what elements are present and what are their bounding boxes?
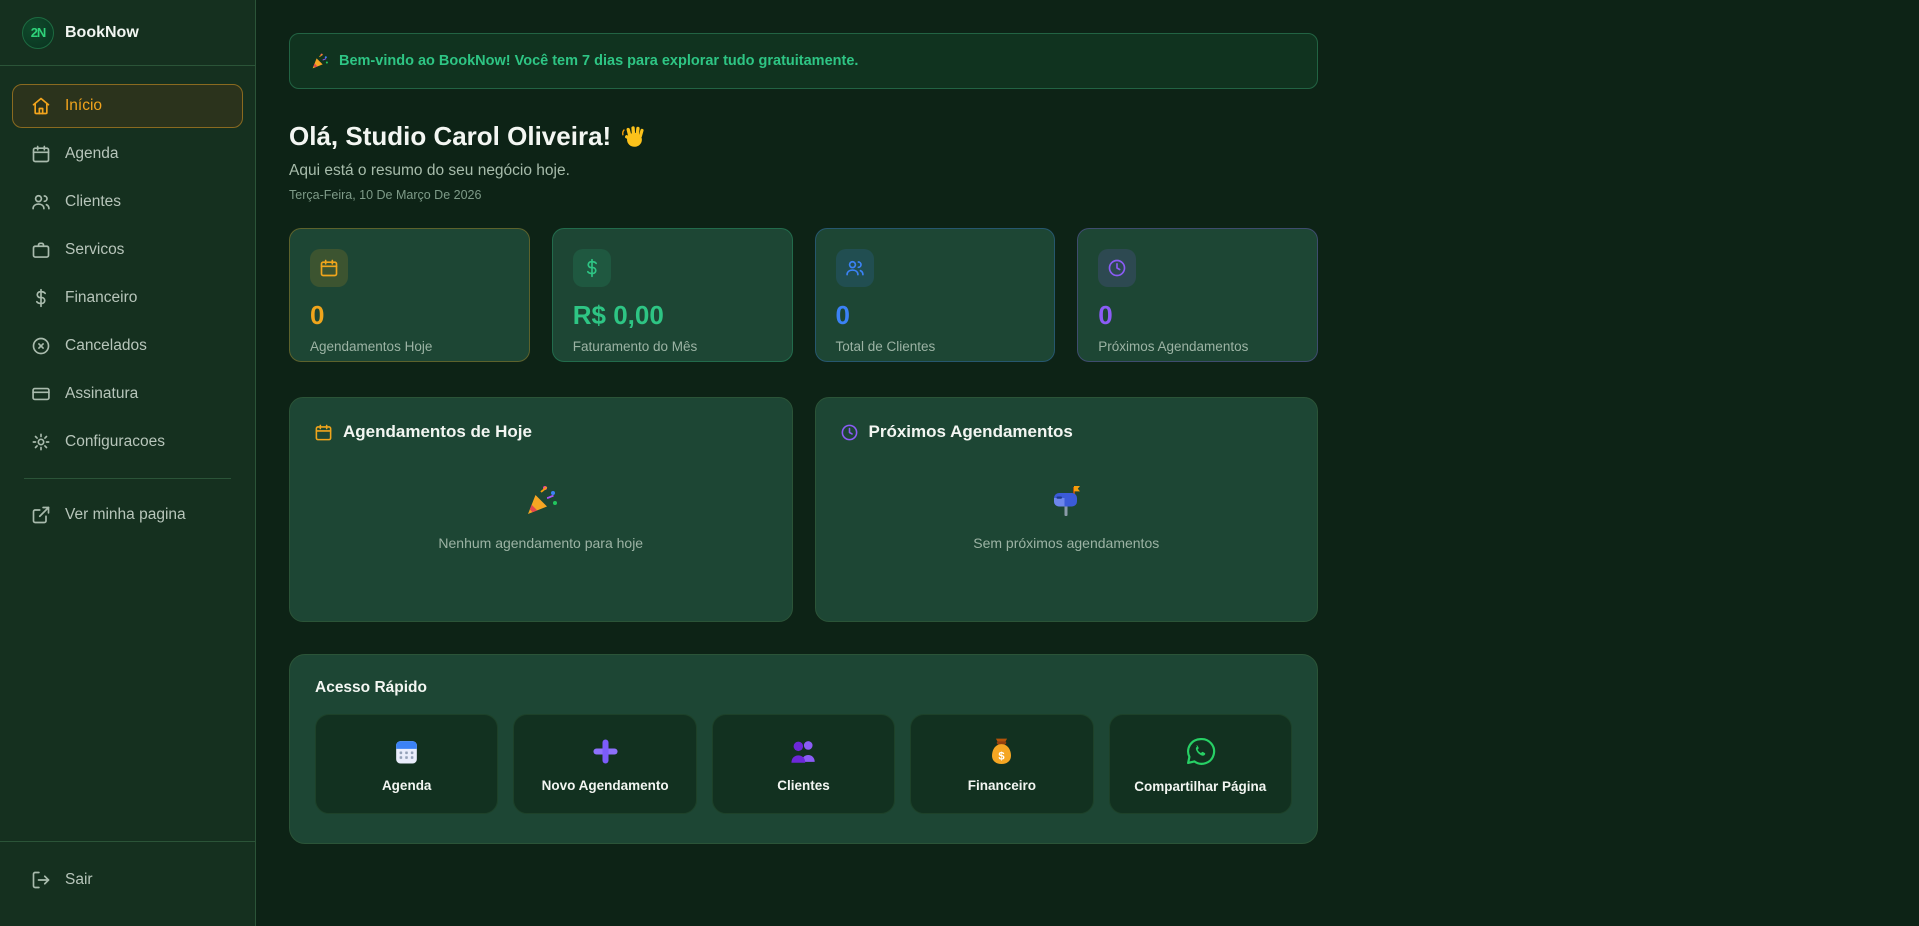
- stat-label: Total de Clientes: [836, 339, 1035, 354]
- sidebar-item-sair[interactable]: Sair: [12, 858, 243, 902]
- party-popper-icon: [310, 52, 329, 71]
- logout-icon: [31, 870, 51, 890]
- sidebar: 2N BookNow Início Agenda Clientes Serv: [0, 0, 256, 926]
- sidebar-item-financeiro[interactable]: Financeiro: [12, 276, 243, 320]
- external-link-icon: [31, 505, 51, 525]
- trial-banner: Bem-vindo ao BookNow! Você tem 7 dias pa…: [289, 33, 1318, 89]
- quick-button-agenda[interactable]: Agenda: [315, 714, 498, 814]
- sidebar-nav: Início Agenda Clientes Servicos Financei…: [0, 66, 255, 541]
- sidebar-item-inicio[interactable]: Início: [12, 84, 243, 128]
- home-icon: [31, 96, 51, 116]
- calendar-emoji-icon: [391, 736, 422, 767]
- app-name: BookNow: [65, 24, 139, 42]
- svg-text:$: $: [999, 750, 1006, 762]
- calendar-icon: [31, 144, 51, 164]
- calendar-icon: [319, 258, 339, 278]
- credit-card-icon: [31, 384, 51, 404]
- banner-text: Bem-vindo ao BookNow! Você tem 7 dias pa…: [339, 53, 858, 69]
- stat-chip: [573, 249, 611, 287]
- party-popper-icon: [523, 483, 559, 519]
- stat-chip: [310, 249, 348, 287]
- stat-value: R$ 0,00: [573, 300, 772, 331]
- quick-button-compartilhar-pagina[interactable]: Compartilhar Página: [1109, 714, 1292, 814]
- booknow-logo-icon: 2N: [22, 17, 54, 49]
- panel-title: Próximos Agendamentos: [869, 422, 1073, 442]
- empty-text: Sem próximos agendamentos: [973, 535, 1159, 551]
- stats-row: 0 Agendamentos Hoje R$ 0,00 Faturamento …: [289, 228, 1318, 362]
- stat-card-proximos-agendamentos: 0 Próximos Agendamentos: [1077, 228, 1318, 362]
- money-bag-icon: $: [986, 736, 1017, 767]
- stat-value: 0: [1098, 300, 1297, 331]
- users-icon: [31, 192, 51, 212]
- quick-button-novo-agendamento[interactable]: Novo Agendamento: [513, 714, 696, 814]
- whatsapp-icon: [1184, 735, 1217, 768]
- sidebar-item-servicos[interactable]: Servicos: [12, 228, 243, 272]
- sidebar-item-label: Financeiro: [65, 289, 137, 307]
- quick-button-clientes[interactable]: Clientes: [712, 714, 895, 814]
- sidebar-item-configuracoes[interactable]: Configuracoes: [12, 420, 243, 464]
- page-title: Olá, Studio Carol Oliveira!: [289, 121, 1318, 152]
- sidebar-item-label: Ver minha pagina: [65, 506, 186, 524]
- mailbox-icon: [1048, 483, 1084, 519]
- stat-value: 0: [310, 300, 509, 331]
- quick-button-financeiro[interactable]: $ Financeiro: [910, 714, 1093, 814]
- sidebar-item-label: Assinatura: [65, 385, 138, 403]
- sidebar-item-assinatura[interactable]: Assinatura: [12, 372, 243, 416]
- sidebar-footer: Sair: [0, 841, 255, 926]
- app-logo: 2N BookNow: [0, 0, 255, 66]
- sidebar-item-agenda[interactable]: Agenda: [12, 132, 243, 176]
- panel-agendamentos-de-hoje: Agendamentos de Hoje Nenhum agendamento …: [289, 397, 793, 622]
- sidebar-spacer: [0, 541, 255, 841]
- panel-proximos-agendamentos: Próximos Agendamentos Sem próximos agend…: [815, 397, 1319, 622]
- stat-chip: [836, 249, 874, 287]
- stat-card-faturamento: R$ 0,00 Faturamento do Mês: [552, 228, 793, 362]
- waving-hand-icon: [621, 124, 647, 150]
- sidebar-item-label: Sair: [65, 871, 93, 889]
- users-icon: [845, 258, 865, 278]
- calendar-icon: [314, 423, 333, 442]
- empty-state: Sem próximos agendamentos: [840, 442, 1294, 597]
- stat-label: Agendamentos Hoje: [310, 339, 509, 354]
- quick-access-title: Acesso Rápido: [315, 679, 1292, 697]
- sidebar-item-label: Clientes: [65, 193, 121, 211]
- clock-icon: [1107, 258, 1127, 278]
- panel-title: Agendamentos de Hoje: [343, 422, 532, 442]
- quick-button-label: Financeiro: [968, 778, 1036, 793]
- quick-access-card: Acesso Rápido Agenda Novo Agendamento: [289, 654, 1318, 844]
- dollar-icon: [31, 288, 51, 308]
- quick-button-label: Compartilhar Página: [1134, 779, 1266, 794]
- page-subtitle: Aqui está o resumo do seu negócio hoje.: [289, 162, 1318, 180]
- sidebar-item-label: Cancelados: [65, 337, 147, 355]
- empty-state: Nenhum agendamento para hoje: [314, 442, 768, 597]
- stat-value: 0: [836, 300, 1035, 331]
- briefcase-icon: [31, 240, 51, 260]
- stat-label: Próximos Agendamentos: [1098, 339, 1297, 354]
- sidebar-item-ver-minha-pagina[interactable]: Ver minha pagina: [12, 493, 243, 537]
- people-emoji-icon: [788, 736, 819, 767]
- stat-chip: [1098, 249, 1136, 287]
- sidebar-item-cancelados[interactable]: Cancelados: [12, 324, 243, 368]
- x-circle-icon: [31, 336, 51, 356]
- quick-button-label: Agenda: [382, 778, 432, 793]
- sidebar-item-label: Agenda: [65, 145, 118, 163]
- quick-button-label: Clientes: [777, 778, 830, 793]
- sidebar-divider: [24, 478, 231, 479]
- stat-card-agendamentos-hoje: 0 Agendamentos Hoje: [289, 228, 530, 362]
- stat-label: Faturamento do Mês: [573, 339, 772, 354]
- quick-button-label: Novo Agendamento: [542, 778, 669, 793]
- current-date: Terça-Feira, 10 De Março De 2026: [289, 188, 1318, 202]
- sidebar-item-label: Início: [65, 97, 102, 115]
- main-content: Bem-vindo ao BookNow! Você tem 7 dias pa…: [256, 0, 1919, 926]
- panels-row: Agendamentos de Hoje Nenhum agendamento …: [289, 397, 1318, 622]
- stat-card-total-clientes: 0 Total de Clientes: [815, 228, 1056, 362]
- greeting-text: Olá, Studio Carol Oliveira!: [289, 121, 611, 152]
- plus-emoji-icon: [590, 736, 621, 767]
- empty-text: Nenhum agendamento para hoje: [438, 535, 643, 551]
- clock-icon: [840, 423, 859, 442]
- gear-icon: [31, 432, 51, 452]
- sidebar-item-label: Configuracoes: [65, 433, 165, 451]
- sidebar-item-label: Servicos: [65, 241, 124, 259]
- dollar-icon: [582, 258, 602, 278]
- sidebar-item-clientes[interactable]: Clientes: [12, 180, 243, 224]
